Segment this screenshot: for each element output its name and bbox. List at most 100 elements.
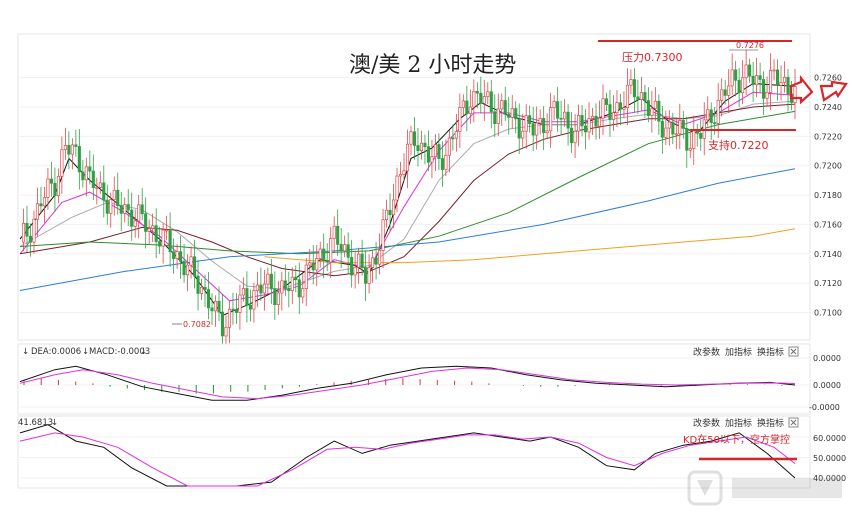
candle-body	[451, 137, 455, 140]
candle-body	[381, 219, 385, 251]
candle-body	[158, 241, 162, 247]
candle-body	[755, 75, 759, 86]
kd-arrow-icon: ↓	[51, 418, 58, 428]
candle-body	[552, 101, 556, 109]
candle-body	[440, 158, 444, 170]
candle-body	[203, 286, 207, 291]
candle-body	[566, 111, 570, 129]
candle-body	[357, 253, 361, 268]
kd-switch-indicator-link[interactable]: 换指标	[757, 417, 784, 429]
candle-body	[98, 182, 102, 188]
candle-body	[409, 131, 413, 145]
candle-body	[231, 308, 235, 311]
candle-body	[444, 154, 448, 170]
macd-panel: ↓ DEA:0.0006 ↓ MACD:-0.0003 ↓ 改参数 加指标 换指…	[17, 343, 841, 415]
kd-add-indicator-link[interactable]: 加指标	[725, 417, 752, 429]
candle-body	[332, 225, 336, 239]
candle-body	[681, 120, 685, 129]
candle-body	[297, 279, 301, 298]
candle-body	[657, 100, 661, 122]
macd-tick-top: 0.0000	[813, 354, 841, 363]
candle-body	[84, 166, 88, 181]
candle-body	[168, 229, 172, 253]
candle-body	[308, 262, 312, 266]
candle-body	[88, 166, 92, 172]
candle-body	[580, 115, 584, 127]
candle-body	[615, 102, 619, 114]
candle-body	[262, 283, 266, 294]
candle-body	[32, 218, 36, 243]
candle-body	[597, 117, 602, 127]
macd-switch-indicator-link[interactable]: 换指标	[757, 346, 784, 358]
candle-body	[521, 130, 525, 139]
macd-edit-params-link[interactable]: 改参数	[693, 346, 720, 358]
candle-body	[241, 288, 245, 296]
candle-body	[639, 92, 643, 100]
candle-body	[632, 79, 636, 98]
candle-body	[604, 98, 609, 105]
candle-body	[186, 264, 190, 276]
candle-body	[559, 117, 563, 120]
candle-body	[147, 228, 151, 232]
candle-body	[674, 133, 678, 136]
candle-body	[367, 267, 371, 284]
candle-body	[416, 145, 420, 151]
candle-body	[618, 102, 623, 110]
candle-body	[786, 76, 790, 95]
kd-tick-50: 50.0000	[813, 454, 846, 463]
candle-body	[636, 96, 640, 100]
candle-body	[224, 326, 228, 337]
macd-down-arrow-icon: ↓	[22, 347, 29, 357]
candle-body	[758, 75, 762, 80]
candle-body	[273, 288, 277, 306]
candle-body	[650, 108, 654, 116]
candle-body	[793, 86, 797, 103]
candle-body	[779, 81, 783, 86]
candle-body	[81, 171, 85, 181]
up-arrow-icon	[819, 80, 848, 102]
candle-body	[56, 176, 60, 196]
candle-body	[716, 100, 720, 124]
candle-body	[775, 69, 780, 86]
kd-annotation: KD在50以下，空方掌控	[683, 433, 790, 446]
candle-body	[772, 69, 776, 72]
candle-body	[266, 273, 270, 285]
candle-body	[325, 260, 329, 263]
candle-body	[500, 100, 504, 110]
candle-body	[744, 64, 748, 79]
candle-body	[538, 118, 542, 124]
candle-body	[234, 309, 238, 313]
candle-body	[353, 266, 357, 276]
price-tick-label: 0.7160	[814, 220, 842, 229]
candle-body	[133, 220, 137, 227]
candle-body	[528, 115, 532, 125]
candle-body	[182, 260, 186, 276]
candle-body	[517, 118, 521, 139]
candle-body	[549, 107, 553, 132]
candle-body	[465, 100, 469, 114]
candle-body	[290, 276, 294, 292]
candle-body	[269, 273, 273, 290]
candle-body	[482, 96, 486, 104]
kd-edit-params-link[interactable]: 改参数	[693, 417, 720, 429]
macd-add-indicator-link[interactable]: 加指标	[725, 346, 752, 358]
macd-dea-value: DEA:0.0006	[31, 347, 81, 357]
candle-body	[255, 284, 259, 291]
candle-body	[727, 85, 731, 96]
candle-body	[154, 225, 158, 242]
candle-body	[622, 107, 626, 110]
candle-body	[336, 225, 340, 245]
candle-body	[248, 304, 252, 310]
chart-title: 澳/美 2 小时走势	[349, 53, 516, 78]
candle-body	[46, 178, 50, 198]
candle-body	[479, 92, 483, 104]
candle-body	[49, 178, 53, 184]
candle-body	[643, 92, 647, 101]
candle-body	[245, 288, 249, 306]
candle-body	[423, 142, 427, 148]
candle-body	[315, 258, 319, 271]
candle-body	[374, 257, 378, 265]
candle-body	[311, 262, 315, 271]
candle-body	[329, 238, 333, 263]
candle-body	[447, 137, 451, 156]
